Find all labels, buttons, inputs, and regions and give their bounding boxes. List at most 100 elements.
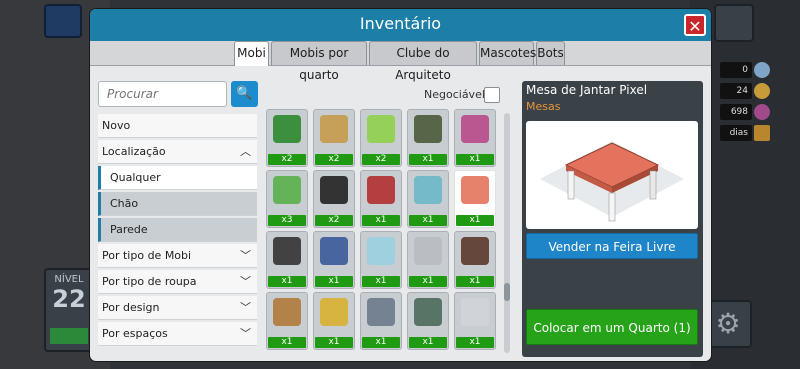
filter-por-tipo-mobi[interactable]: Por tipo de Mobi ﹀ bbox=[98, 244, 257, 268]
duckets-counter: 698 bbox=[720, 104, 752, 120]
desk-icon bbox=[273, 298, 301, 326]
strawberry-plant-icon bbox=[273, 115, 301, 143]
dark-cabinet-icon bbox=[461, 237, 489, 265]
inventory-item[interactable]: x1 bbox=[266, 292, 308, 350]
inventory-item[interactable]: x1 bbox=[360, 292, 402, 350]
search-button[interactable]: 🔍 bbox=[231, 81, 258, 107]
inventory-item[interactable]: x1 bbox=[360, 231, 402, 289]
item-preview bbox=[526, 121, 698, 229]
item-count-badge: x2 bbox=[362, 154, 400, 165]
inventory-item[interactable]: x1 bbox=[454, 109, 496, 167]
item-count-badge: x1 bbox=[456, 215, 494, 226]
filter-por-espacos[interactable]: Por espaços ﹀ bbox=[98, 322, 257, 346]
preview-panel: Mesa de Jantar Pixel Mesas Vender na Fei… bbox=[522, 81, 703, 357]
item-name: Mesa de Jantar Pixel bbox=[526, 83, 648, 97]
window-title: Inventário bbox=[359, 14, 442, 33]
tab-clube-do-arquiteto[interactable]: Clube do Arquiteto bbox=[369, 41, 477, 82]
level-badge[interactable]: NÍVEL 22 bbox=[44, 268, 94, 352]
level-label: NÍVEL bbox=[54, 274, 84, 285]
item-count-badge: x1 bbox=[409, 215, 447, 226]
grey-stone-icon bbox=[414, 237, 442, 265]
inventory-item[interactable]: x1 bbox=[407, 292, 449, 350]
inventory-item[interactable]: x1 bbox=[454, 292, 496, 350]
filter-parede[interactable]: Parede bbox=[98, 218, 257, 242]
item-count-badge: x2 bbox=[268, 154, 306, 165]
filter-novo[interactable]: Novo bbox=[98, 114, 257, 138]
search-icon: 🔍 bbox=[236, 86, 253, 101]
item-count-badge: x1 bbox=[362, 337, 400, 348]
inventory-item[interactable]: x1 bbox=[454, 231, 496, 289]
filter-por-tipo-roupa-label: Por tipo de roupa bbox=[102, 275, 197, 288]
item-count-badge: x1 bbox=[315, 337, 353, 348]
item-count-badge: x1 bbox=[409, 154, 447, 165]
filter-novo-label: Novo bbox=[102, 119, 131, 132]
grid-scrollbar[interactable] bbox=[504, 113, 510, 353]
tab-mascotes[interactable]: Mascotes bbox=[479, 41, 536, 65]
piggy-bank-icon[interactable] bbox=[714, 4, 754, 42]
inventory-item[interactable]: x1 bbox=[313, 231, 355, 289]
vending-machine-icon bbox=[367, 115, 395, 143]
tab-mobis-por-quarto[interactable]: Mobis por quarto bbox=[271, 41, 367, 82]
item-count-badge: x1 bbox=[409, 337, 447, 348]
statue-icon bbox=[414, 298, 442, 326]
inventory-item[interactable]: x1 bbox=[407, 109, 449, 167]
chevron-down-icon: ﹀ bbox=[240, 275, 251, 288]
inventory-item[interactable]: x2 bbox=[313, 170, 355, 228]
green-doll-icon bbox=[273, 176, 301, 204]
item-count-badge: x1 bbox=[268, 276, 306, 287]
filter-por-tipo-roupa[interactable]: Por tipo de roupa ﹀ bbox=[98, 270, 257, 294]
credits-counter: 24 bbox=[720, 83, 752, 99]
club-days-counter: dias bbox=[720, 125, 752, 141]
item-count-badge: x1 bbox=[362, 215, 400, 226]
settings-gear-icon[interactable]: ⚙ bbox=[704, 300, 752, 348]
hay-bale-icon bbox=[320, 115, 348, 143]
filter-por-espacos-label: Por espaços bbox=[102, 327, 168, 340]
chevron-down-icon: ﹀ bbox=[240, 249, 251, 262]
filter-chao[interactable]: Chão bbox=[98, 192, 257, 216]
item-count-badge: x1 bbox=[456, 337, 494, 348]
filter-qualquer-label: Qualquer bbox=[110, 171, 161, 184]
tab-mobi[interactable]: Mobi bbox=[234, 41, 269, 66]
inventory-item[interactable]: x3 bbox=[266, 170, 308, 228]
inventory-item[interactable]: x2 bbox=[266, 109, 308, 167]
inventory-item[interactable]: x1 bbox=[407, 170, 449, 228]
scrollbar-thumb[interactable] bbox=[504, 283, 510, 301]
inventory-item[interactable]: x1 bbox=[313, 292, 355, 350]
negociavel-label: Negociável bbox=[424, 88, 485, 101]
inventory-item[interactable]: x1 bbox=[266, 231, 308, 289]
diamond-icon bbox=[754, 62, 770, 78]
hotel-view-button[interactable] bbox=[44, 4, 82, 38]
inventory-item[interactable]: x1 bbox=[454, 170, 496, 228]
inventory-item[interactable]: x1 bbox=[407, 231, 449, 289]
inventory-item[interactable]: x1 bbox=[360, 170, 402, 228]
level-progress-bar bbox=[50, 328, 88, 344]
filter-por-design[interactable]: Por design ﹀ bbox=[98, 296, 257, 320]
filter-qualquer[interactable]: Qualquer bbox=[98, 166, 257, 190]
filter-parede-label: Parede bbox=[110, 223, 148, 236]
item-count-badge: x3 bbox=[268, 215, 306, 226]
inventory-item[interactable]: x2 bbox=[360, 109, 402, 167]
chevron-up-icon: ︿ bbox=[240, 145, 251, 158]
item-count-badge: x1 bbox=[315, 276, 353, 287]
place-in-room-button[interactable]: Colocar em um Quarto (1) bbox=[526, 309, 698, 345]
turntable-icon bbox=[273, 237, 301, 265]
sell-marketplace-button[interactable]: Vender na Feira Livre bbox=[526, 233, 698, 259]
inventory-item[interactable]: x2 bbox=[313, 109, 355, 167]
item-category: Mesas bbox=[526, 100, 561, 113]
rocking-toy-icon bbox=[367, 176, 395, 204]
negociavel-checkbox[interactable] bbox=[484, 87, 500, 103]
filter-chao-label: Chão bbox=[110, 197, 139, 210]
filter-por-design-label: Por design bbox=[102, 301, 160, 314]
inventory-window: Inventário ✕ Mobi Mobis por quarto Clube… bbox=[90, 9, 711, 361]
level-value: 22 bbox=[52, 285, 86, 313]
search-input[interactable] bbox=[98, 81, 227, 107]
item-count-badge: x1 bbox=[362, 276, 400, 287]
filter-localizacao[interactable]: Localização ︿ bbox=[98, 140, 257, 164]
coin-icon bbox=[754, 83, 770, 99]
tab-bots[interactable]: Bots bbox=[536, 41, 565, 65]
penguin-icon bbox=[320, 176, 348, 204]
filter-por-tipo-mobi-label: Por tipo de Mobi bbox=[102, 249, 192, 262]
close-button[interactable]: ✕ bbox=[684, 14, 706, 36]
diamonds-counter: 0 bbox=[720, 62, 752, 78]
close-icon: ✕ bbox=[688, 17, 702, 36]
